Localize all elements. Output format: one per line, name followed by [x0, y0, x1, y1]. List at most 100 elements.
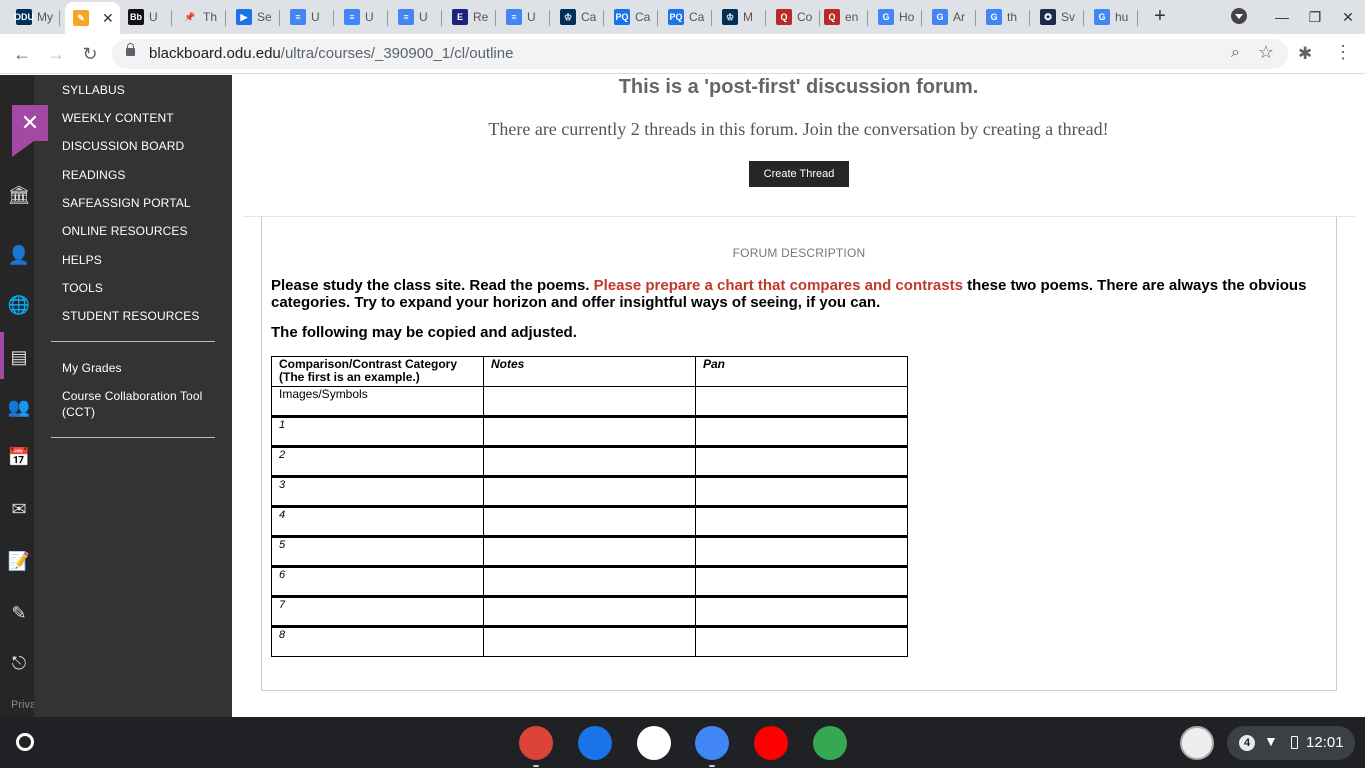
tab-title: Co	[797, 10, 813, 24]
tab-title: Sv	[1061, 10, 1076, 24]
table-cell	[483, 565, 696, 597]
grades-icon[interactable]: 📝	[7, 549, 31, 573]
zoom-icon[interactable]: ⌕	[1231, 44, 1240, 62]
tab-separator	[59, 10, 60, 26]
extensions-icon[interactable]: ✱	[1298, 44, 1312, 64]
browser-tab[interactable]: PQ Ca	[606, 4, 658, 30]
lock-icon[interactable]	[126, 43, 135, 56]
table-row: 6	[271, 565, 908, 597]
browser-tab[interactable]: ♔ M	[714, 4, 766, 30]
browser-tab[interactable]: ≡ U	[282, 4, 334, 30]
tab-title: U	[365, 10, 374, 24]
address-bar[interactable]: blackboard.odu.edu/ultra/courses/_390900…	[112, 39, 1288, 69]
privacy-link[interactable]: Priva	[11, 699, 36, 711]
wifi-icon: ▼	[1264, 733, 1278, 749]
table-cell: Images/Symbols	[271, 386, 484, 417]
chrome-app[interactable]	[519, 726, 553, 767]
tab-title: M	[743, 10, 753, 24]
bookmark-star-icon[interactable]: ☆	[1258, 42, 1274, 63]
new-tab-button[interactable]: +	[1150, 5, 1170, 27]
browser-tab[interactable]: Bb U	[120, 4, 172, 30]
tab-search-icon[interactable]	[1231, 8, 1247, 24]
youtube-app[interactable]	[754, 726, 788, 760]
tab-title: Ar	[953, 10, 965, 24]
tab-separator	[333, 10, 334, 26]
tools-icon[interactable]: ✎	[7, 601, 31, 625]
course-menu-item[interactable]: STUDENT RESOURCES	[62, 308, 200, 324]
course-tool-item[interactable]: Course Collaboration Tool (CCT)	[62, 388, 222, 420]
gmail-app[interactable]	[637, 726, 671, 760]
course-menu-item[interactable]: DISCUSSION BOARD	[62, 138, 184, 154]
close-panel-button[interactable]: ✕	[12, 105, 48, 157]
tab-separator	[1083, 10, 1084, 26]
files-app[interactable]	[578, 726, 612, 760]
browser-tab[interactable]: ▶ Se	[228, 4, 280, 30]
course-menu-item[interactable]: HELPS	[62, 252, 102, 268]
tab-favicon-icon: 📌	[182, 9, 198, 25]
browser-tab[interactable]: ✪ Sv	[1032, 4, 1084, 30]
tab-separator	[765, 10, 766, 26]
institution-icon[interactable]: 🏛	[7, 183, 31, 207]
active-tab[interactable]: ✎ ✕	[65, 2, 120, 34]
reload-icon[interactable]: ↻	[78, 42, 102, 66]
browser-tab[interactable]: ≡ U	[390, 4, 442, 30]
table-row: 3	[271, 475, 908, 507]
course-menu-item[interactable]: READINGS	[62, 167, 125, 183]
messages-icon[interactable]: ✉	[7, 497, 31, 521]
profile-icon[interactable]: 👤	[7, 243, 31, 267]
tab-close-icon[interactable]: ✕	[102, 10, 114, 27]
sign-out-icon[interactable]: ⎋	[7, 651, 31, 675]
browser-tab[interactable]: G Ar	[924, 4, 976, 30]
browser-tab[interactable]: Ghu	[1086, 4, 1138, 30]
course-menu-item[interactable]: ONLINE RESOURCES	[62, 223, 188, 239]
tab-title: U	[149, 10, 158, 24]
course-tool-item[interactable]: My Grades	[62, 360, 222, 376]
course-menu-item[interactable]: SYLLABUS	[62, 82, 125, 98]
tab-title: Ca	[689, 10, 705, 24]
tab-separator	[495, 10, 496, 26]
notes-icon[interactable]	[1180, 726, 1214, 760]
browser-tab[interactable]: ≡ U	[498, 4, 550, 30]
create-thread-button[interactable]: Create Thread	[749, 161, 849, 187]
tab-separator	[387, 10, 388, 26]
groups-icon[interactable]: 👥	[7, 395, 31, 419]
notification-count[interactable]: 4	[1239, 735, 1255, 751]
minimize-icon[interactable]: —	[1270, 6, 1294, 28]
browser-tab[interactable]: 📌 Th	[174, 4, 226, 30]
tab-separator	[279, 10, 280, 26]
browser-tab[interactable]: PQ Ca	[660, 4, 712, 30]
browser-tab[interactable]: G Ho	[870, 4, 922, 30]
browser-tab[interactable]: Gth	[978, 4, 1030, 30]
restore-icon[interactable]: ❐	[1303, 6, 1327, 28]
back-icon[interactable]: ←	[10, 42, 34, 66]
course-menu-item[interactable]: WEEKLY CONTENT	[62, 110, 174, 126]
forward-icon[interactable]: →	[44, 42, 68, 66]
browser-tab[interactable]: ODU My	[8, 4, 60, 30]
browser-tab[interactable]: E Re	[444, 4, 496, 30]
course-menu-item[interactable]: SAFEASSIGN PORTAL	[62, 195, 191, 211]
description-highlight: Please prepare a chart that compares and…	[593, 277, 963, 294]
docs-app[interactable]	[695, 726, 729, 767]
browser-tab[interactable]: Q Co	[768, 4, 820, 30]
base-navigation-rail: 🏛 👤 🌐 ▤ 👥 📅 ✉ 📝 ✎ ⎋ Priva	[0, 75, 36, 717]
url-text[interactable]: blackboard.odu.edu/ultra/courses/_390900…	[149, 45, 513, 62]
browser-tab[interactable]: ♔ Ca	[552, 4, 604, 30]
table-row: 8	[271, 625, 908, 657]
launcher-icon[interactable]	[16, 733, 34, 751]
table-row: 4	[271, 505, 908, 537]
browser-tab[interactable]: ≡ U	[336, 4, 388, 30]
window-close-icon[interactable]: ✕	[1336, 6, 1360, 28]
browser-tab[interactable]: Qen	[816, 4, 868, 30]
calendar-icon[interactable]: 📅	[7, 445, 31, 469]
table-cell	[695, 505, 908, 537]
courses-icon[interactable]: ▤	[7, 345, 31, 369]
status-area[interactable]: 4 ▼ 12:01	[1227, 726, 1355, 760]
table-cell	[695, 565, 908, 597]
course-menu-item[interactable]: TOOLS	[62, 280, 103, 296]
browser-menu-icon[interactable]: ⋮	[1334, 42, 1352, 63]
tab-separator	[975, 10, 976, 26]
play-store-app[interactable]	[813, 726, 847, 760]
tab-separator	[603, 10, 604, 26]
forum-title: This is a 'post-first' discussion forum.	[618, 76, 979, 98]
globe-icon[interactable]: 🌐	[7, 293, 31, 317]
